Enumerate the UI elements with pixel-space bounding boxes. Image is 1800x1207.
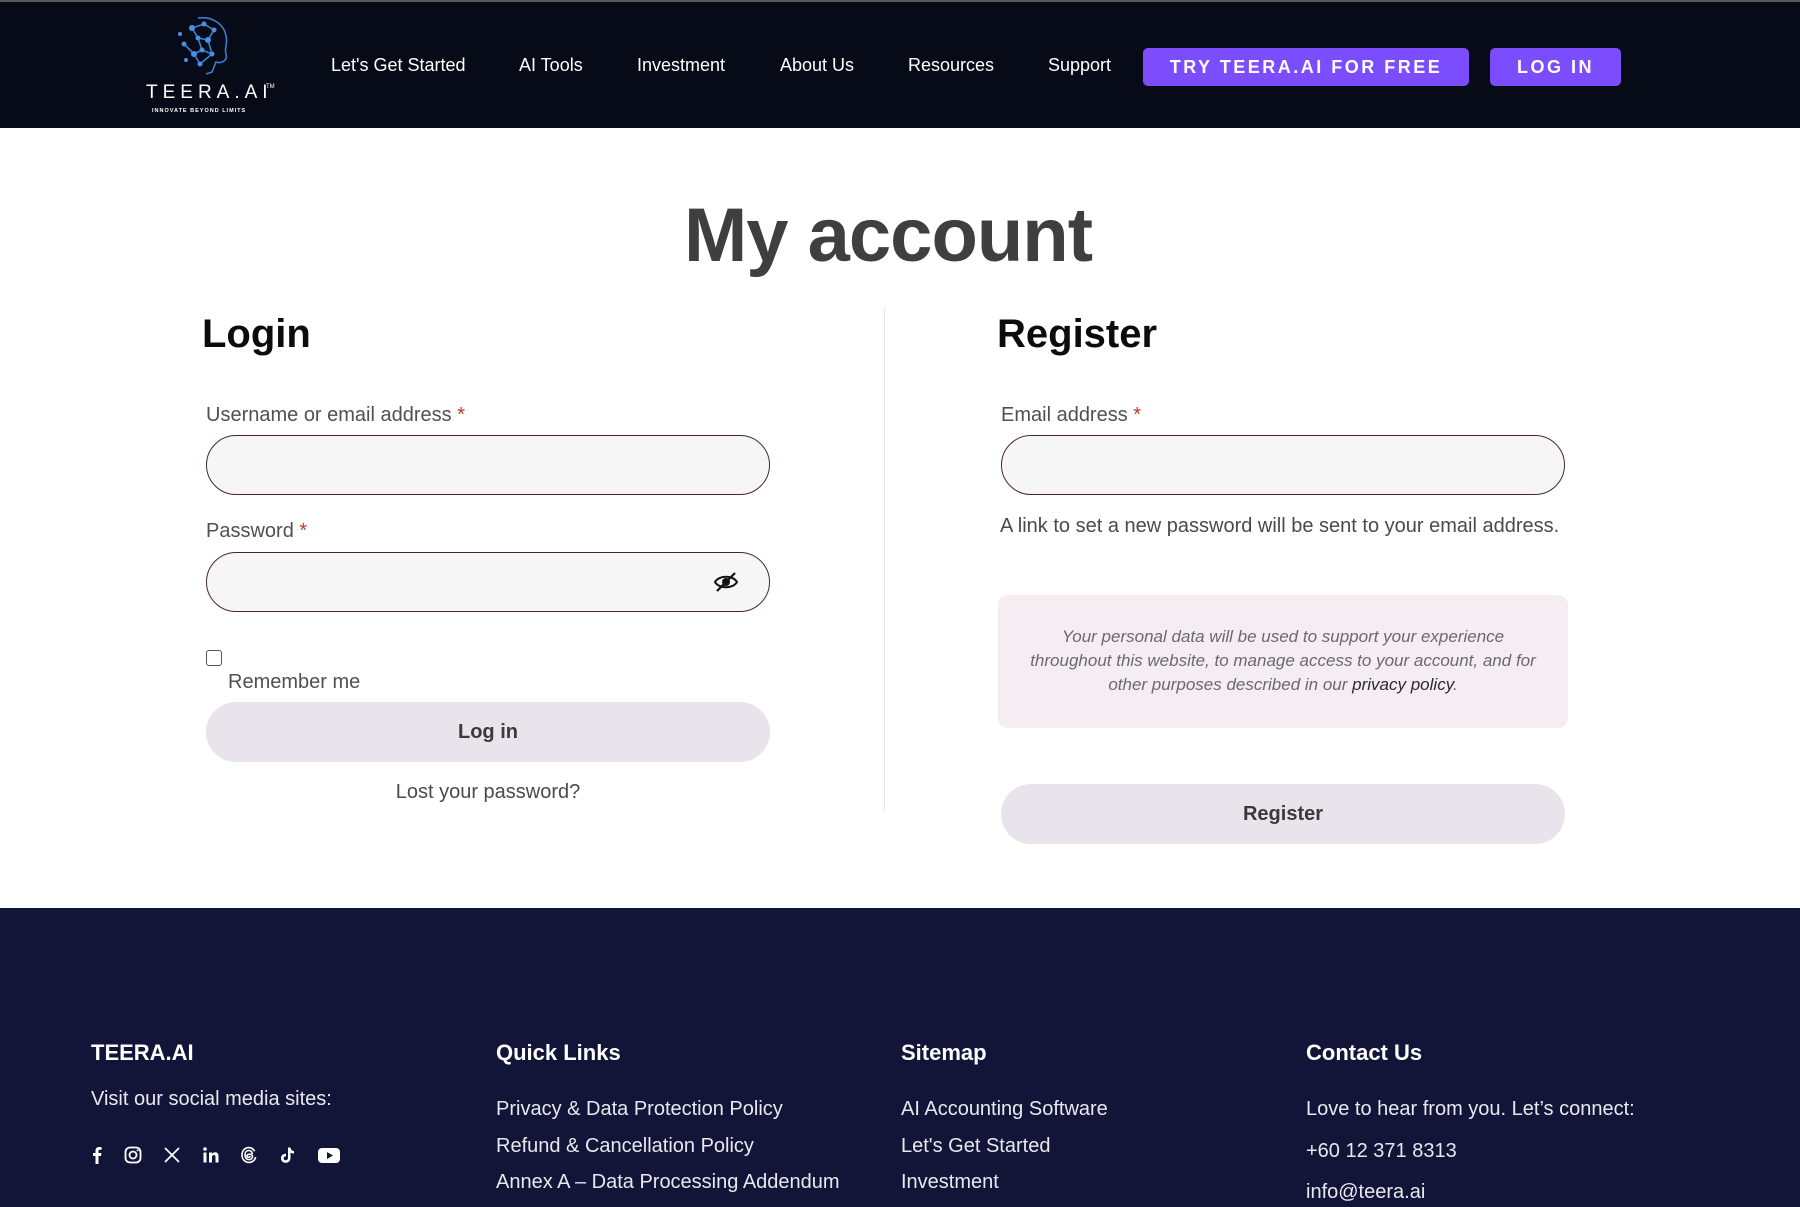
email-label-text: Email address <box>1001 404 1128 426</box>
contact-title: Contact Us <box>1306 1040 1423 1065</box>
username-label: Username or email address * <box>206 404 465 427</box>
lost-password-link[interactable]: Lost your password? <box>206 781 770 804</box>
sitemap-link-ai-accounting[interactable]: AI Accounting Software <box>901 1098 1108 1121</box>
footer-link-refund[interactable]: Refund & Cancellation Policy <box>496 1135 754 1158</box>
password-link-hint: A link to set a new password will be sen… <box>1000 515 1560 537</box>
x-icon[interactable] <box>161 1144 183 1166</box>
password-label: Password * <box>206 520 307 543</box>
contact-email[interactable]: info@teera.ai <box>1306 1181 1425 1204</box>
try-free-button[interactable]: TRY TEERA.AI FOR FREE <box>1143 48 1469 86</box>
logo-trademark: TM <box>266 84 275 90</box>
footer-link-privacy[interactable]: Privacy & Data Protection Policy <box>496 1098 783 1121</box>
nav-about-us[interactable]: About Us <box>780 55 854 76</box>
required-mark: * <box>1133 404 1142 426</box>
nav-resources[interactable]: Resources <box>908 55 994 76</box>
privacy-end: . <box>1452 675 1458 694</box>
password-label-text: Password <box>206 520 294 542</box>
contact-phone[interactable]: +60 12 371 8313 <box>1306 1140 1457 1163</box>
username-label-text: Username or email address <box>206 404 452 426</box>
register-submit-button[interactable]: Register <box>1001 784 1565 844</box>
login-submit-button[interactable]: Log in <box>206 702 770 762</box>
register-heading: Register <box>997 312 1158 356</box>
username-input[interactable] <box>206 435 770 495</box>
site-footer: TEERA.AI Visit our social media sites: Q… <box>0 908 1800 1207</box>
nav-lets-get-started[interactable]: Let's Get Started <box>331 55 466 76</box>
brain-network-icon <box>178 16 228 75</box>
youtube-icon[interactable] <box>316 1144 342 1166</box>
column-divider <box>884 308 885 811</box>
teera-logo[interactable]: TEERA.AI TM INNOVATE BEYOND LIMITS <box>140 14 280 120</box>
header-login-button[interactable]: LOG IN <box>1490 48 1621 86</box>
password-input[interactable] <box>206 552 770 612</box>
footer-brand-title: TEERA.AI <box>91 1040 194 1065</box>
instagram-icon[interactable] <box>122 1144 144 1166</box>
login-heading: Login <box>202 312 311 356</box>
facebook-icon[interactable] <box>86 1144 108 1166</box>
sitemap-link-investment[interactable]: Investment <box>901 1171 999 1194</box>
tiktok-icon[interactable] <box>276 1144 298 1166</box>
register-email-input[interactable] <box>1001 435 1565 495</box>
social-media-text: Visit our social media sites: <box>91 1088 332 1110</box>
nav-ai-tools[interactable]: AI Tools <box>519 55 583 76</box>
threads-icon[interactable] <box>238 1144 260 1166</box>
page-title: My account <box>683 193 1093 278</box>
required-mark: * <box>457 404 466 426</box>
eye-slash-icon[interactable] <box>713 571 739 593</box>
nav-support[interactable]: Support <box>1048 55 1111 76</box>
privacy-policy-link[interactable]: privacy policy <box>1352 675 1453 694</box>
quick-links-title: Quick Links <box>496 1040 621 1065</box>
logo-tagline: INNOVATE BEYOND LIMITS <box>152 108 247 114</box>
site-header: TEERA.AI TM INNOVATE BEYOND LIMITS Let's… <box>0 0 1800 128</box>
remember-me-label: Remember me <box>228 671 361 693</box>
footer-link-annex[interactable]: Annex A – Data Processing Addendum <box>496 1171 840 1194</box>
privacy-notice: Your personal data will be used to suppo… <box>998 595 1568 728</box>
sitemap-link-get-started[interactable]: Let's Get Started <box>901 1135 1050 1158</box>
remember-me-checkbox[interactable] <box>206 650 222 666</box>
logo-wordmark: TEERA.AI <box>146 82 273 103</box>
linkedin-icon[interactable] <box>200 1144 222 1166</box>
nav-investment[interactable]: Investment <box>637 55 725 76</box>
contact-intro: Love to hear from you. Let’s connect: <box>1306 1098 1635 1120</box>
privacy-text: Your personal data will be used to suppo… <box>1030 627 1536 694</box>
email-label: Email address * <box>1001 404 1141 427</box>
required-mark: * <box>299 520 308 542</box>
sitemap-title: Sitemap <box>901 1040 987 1065</box>
